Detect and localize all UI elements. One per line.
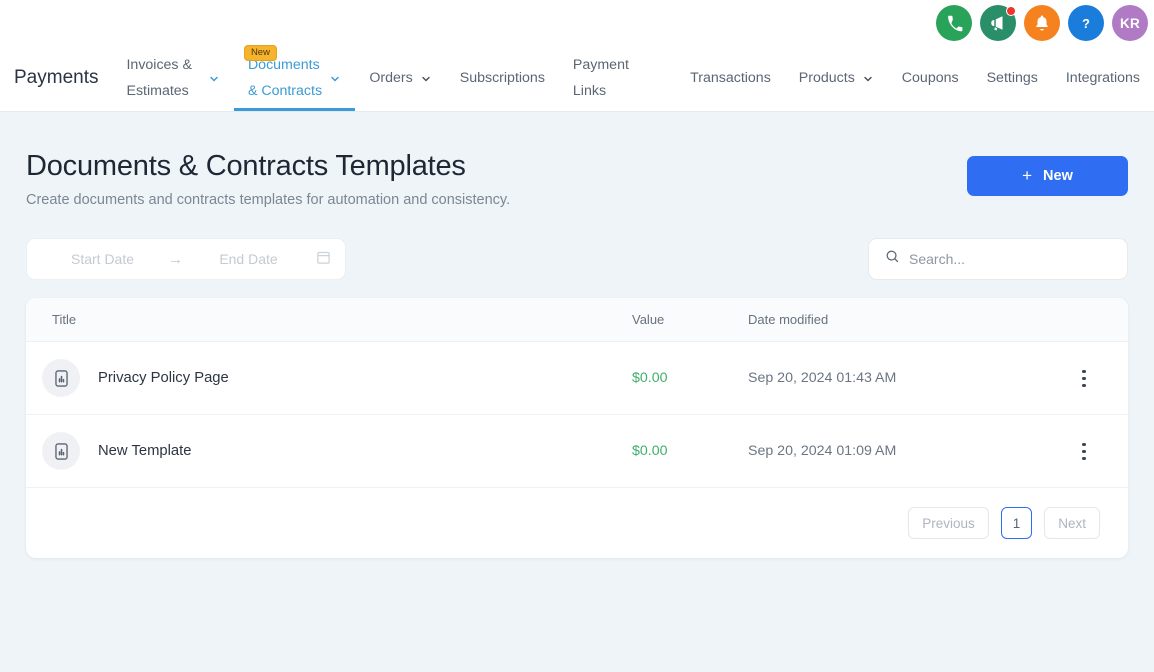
row-title-cell: Privacy Policy Page (42, 359, 632, 398)
nav-item-documents-contracts[interactable]: New Documents & Contracts (233, 45, 356, 111)
megaphone-icon[interactable] (980, 5, 1016, 41)
column-header-value: Value (632, 312, 665, 328)
chevron-down-icon (864, 76, 872, 82)
new-button[interactable]: + New (967, 156, 1128, 196)
column-header-date-modified: Date modified (748, 312, 829, 328)
templates-table-card: Title Value Date modified Privacy Policy… (26, 298, 1128, 559)
nav-item-settings[interactable]: Settings (973, 45, 1052, 111)
nav-item-invoices-estimates[interactable]: Invoices & Estimates (112, 45, 233, 111)
nav-new-badge: New (243, 45, 277, 62)
column-header-title: Title (52, 312, 77, 328)
more-options-icon[interactable] (1070, 364, 1098, 392)
page-subtitle: Create documents and contracts templates… (26, 192, 511, 209)
nav-label: Settings (986, 69, 1038, 86)
plus-icon: + (1022, 166, 1033, 185)
filters-row: Start Date → End Date (26, 238, 1128, 281)
main-nav: Payments Invoices & Estimates New Docume… (0, 45, 1154, 111)
nav-item-orders[interactable]: Orders (355, 45, 445, 111)
nav-label: Invoices & Estimates (126, 56, 192, 99)
nav-item-coupons[interactable]: Coupons (888, 45, 973, 111)
nav-label: Integrations (1065, 69, 1140, 86)
row-title-cell: New Template (42, 432, 632, 471)
table-row[interactable]: New Template $0.00 Sep 20, 2024 01:09 AM (26, 415, 1128, 489)
row-date-modified: Sep 20, 2024 01:43 AM (748, 370, 897, 387)
table-header-row: Title Value Date modified (26, 298, 1128, 343)
nav-label: Payment Links (572, 56, 629, 99)
start-date-placeholder[interactable]: Start Date (41, 251, 164, 267)
date-range-picker[interactable]: Start Date → End Date (26, 238, 346, 281)
chevron-down-icon (331, 76, 340, 82)
document-chart-icon (42, 359, 80, 398)
row-value: $0.00 (632, 443, 668, 460)
nav-label: Transactions (690, 69, 771, 86)
phone-icon[interactable] (936, 5, 972, 41)
utility-icon-group: ? KR (936, 5, 1148, 41)
nav-item-integrations[interactable]: Integrations (1052, 45, 1154, 111)
arrow-right-icon: → (168, 250, 183, 268)
nav-item-transactions[interactable]: Transactions (676, 45, 785, 111)
page-content: Documents & Contracts Templates Create d… (0, 112, 1154, 559)
more-options-icon[interactable] (1070, 437, 1098, 465)
pagination-page-1-button[interactable]: 1 (1000, 507, 1033, 540)
row-actions-cell (1056, 364, 1112, 392)
pagination-previous-button[interactable]: Previous (908, 507, 989, 540)
row-title: New Template (98, 443, 192, 460)
chevron-down-icon (210, 76, 218, 82)
help-icon[interactable]: ? (1068, 5, 1104, 41)
nav-item-products[interactable]: Products (785, 45, 888, 111)
nav-item-subscriptions[interactable]: Subscriptions (446, 45, 559, 111)
row-actions-cell (1056, 437, 1112, 465)
nav-label: Orders (369, 69, 413, 86)
table-row[interactable]: Privacy Policy Page $0.00 Sep 20, 2024 0… (26, 342, 1128, 416)
pagination-next-button[interactable]: Next (1044, 507, 1100, 540)
row-value: $0.00 (632, 370, 668, 387)
nav-item-payment-links[interactable]: Payment Links (559, 45, 664, 111)
notification-badge (1006, 6, 1016, 16)
row-date-modified: Sep 20, 2024 01:09 AM (748, 443, 897, 460)
row-title: Privacy Policy Page (98, 370, 229, 387)
new-button-label: New (1043, 168, 1073, 184)
search-icon (885, 249, 900, 269)
page-title: Documents & Contracts Templates (26, 150, 466, 182)
svg-text:?: ? (1082, 16, 1090, 31)
search-box[interactable] (868, 238, 1128, 281)
nav-label: Subscriptions (459, 69, 545, 86)
bell-icon[interactable] (1024, 5, 1060, 41)
pagination: Previous 1 Next (26, 488, 1128, 558)
calendar-icon[interactable] (316, 250, 331, 268)
page-header: Documents & Contracts Templates Create d… (26, 112, 1128, 208)
page-heading-block: Documents & Contracts Templates Create d… (26, 150, 510, 208)
document-chart-icon (42, 432, 80, 471)
top-bar: ? KR Payments Invoices & Estimates New D… (0, 0, 1154, 112)
avatar[interactable]: KR (1112, 5, 1148, 41)
chevron-down-icon (422, 76, 430, 82)
brand-title: Payments (14, 67, 99, 88)
nav-label: Coupons (901, 69, 959, 86)
end-date-placeholder[interactable]: End Date (187, 251, 310, 267)
nav-label: Products (798, 69, 855, 86)
search-input[interactable] (909, 251, 1111, 268)
